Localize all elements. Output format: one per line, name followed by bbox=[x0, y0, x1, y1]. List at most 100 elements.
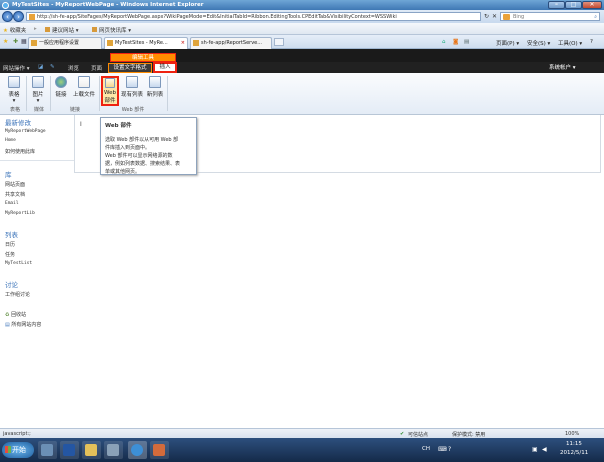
feeds-icon[interactable]: ◙ bbox=[453, 39, 458, 45]
tab-reportserver[interactable]: sh-fe-app/ReportServe... bbox=[190, 37, 272, 49]
home-icon[interactable]: ⌂ bbox=[442, 39, 446, 45]
library-item[interactable]: Email bbox=[5, 201, 19, 206]
add-favorites-icon[interactable]: ✚ bbox=[13, 38, 18, 45]
favorite-suggested-sites[interactable]: 建议网站 ▾ bbox=[45, 26, 79, 34]
recent-item[interactable]: 如何使用此库 bbox=[5, 148, 35, 155]
library-item[interactable]: MyReportLib bbox=[5, 211, 35, 216]
new-list-icon bbox=[149, 76, 161, 88]
start-button[interactable]: 开始 bbox=[2, 442, 34, 458]
zoom-level[interactable]: 100% bbox=[565, 431, 579, 437]
text-cursor: I bbox=[80, 121, 82, 128]
tab-insert[interactable]: 插入 bbox=[153, 62, 177, 73]
taskbar-explorer[interactable] bbox=[82, 441, 101, 459]
site-actions-menu[interactable]: 网站操作 ▾ bbox=[3, 64, 30, 72]
keyboard-icon[interactable]: ⌨ bbox=[438, 446, 447, 453]
link-button[interactable]: 链接 bbox=[51, 76, 71, 98]
site-icon bbox=[45, 27, 50, 32]
search-icon[interactable]: ⌕ bbox=[594, 13, 597, 21]
tools-menu[interactable]: 工具(O) ▾ bbox=[558, 39, 582, 47]
forward-button[interactable]: › bbox=[13, 11, 24, 22]
taskbar-paint[interactable] bbox=[150, 441, 169, 459]
favorites-center-icon[interactable]: ★ bbox=[3, 38, 8, 45]
maximize-button[interactable]: □ bbox=[565, 1, 582, 9]
language-indicator[interactable]: CH bbox=[422, 446, 430, 452]
help-icon[interactable]: ? bbox=[448, 446, 451, 453]
picture-button[interactable]: 图片 ▾ bbox=[28, 76, 48, 104]
new-list-button[interactable]: 新列表 bbox=[145, 76, 165, 98]
tab-general-settings[interactable]: 一般应用程序设置 bbox=[28, 37, 102, 49]
address-bar: ‹ › http://sh-fe-app/SiteFages/MyReportW… bbox=[0, 10, 604, 23]
taskbar-powershell[interactable] bbox=[60, 441, 79, 459]
volume-icon[interactable]: ◀ bbox=[542, 446, 547, 453]
refresh-icon[interactable]: ↻ bbox=[484, 13, 489, 20]
close-tab-icon[interactable]: × bbox=[181, 38, 185, 48]
lists-header[interactable]: 列表 bbox=[5, 229, 18, 239]
protected-mode-label[interactable]: 保护模式: 禁用 bbox=[452, 431, 485, 438]
web-part-button[interactable]: Web 部件 bbox=[101, 76, 119, 106]
user-menu[interactable]: 系统帐户 ▾ bbox=[549, 63, 576, 71]
minimize-button[interactable]: – bbox=[548, 1, 565, 9]
save-icon[interactable]: ◪ bbox=[38, 64, 43, 70]
library-item[interactable]: 共享文档 bbox=[5, 191, 25, 198]
zone-label[interactable]: 可信站点 bbox=[408, 431, 428, 438]
divider bbox=[0, 160, 74, 161]
stop-icon[interactable]: ✕ bbox=[492, 13, 497, 20]
back-button[interactable]: ‹ bbox=[2, 11, 13, 22]
libraries-header[interactable]: 库 bbox=[5, 169, 12, 179]
ie-icon bbox=[2, 2, 9, 9]
add-favorite-icon[interactable]: ▸ bbox=[34, 26, 37, 32]
tab-format-text[interactable]: 设置文字格式 bbox=[108, 63, 152, 73]
new-tab-button[interactable] bbox=[274, 38, 284, 46]
favorite-web-slices[interactable]: 网页快讯库 ▾ bbox=[92, 26, 131, 34]
search-input[interactable]: Bing ⌕ bbox=[500, 12, 600, 21]
window-title: MyTestSites - MyReportWebPage - Windows … bbox=[12, 2, 204, 8]
quick-tabs-icon[interactable]: ▦ bbox=[21, 38, 27, 45]
tools-icon bbox=[107, 444, 119, 456]
picture-icon bbox=[32, 76, 44, 88]
taskbar-tools[interactable] bbox=[104, 441, 123, 459]
discussions-header[interactable]: 讨论 bbox=[5, 279, 18, 289]
clock-date[interactable]: 2012/5/11 bbox=[560, 450, 588, 456]
tab-mytestsites[interactable]: MyTestSites - MyRe... × bbox=[104, 37, 188, 49]
page-menu[interactable]: 页面(P) ▾ bbox=[496, 39, 519, 47]
star-icon: ★ bbox=[3, 28, 8, 34]
powershell-icon bbox=[63, 444, 75, 456]
recent-header[interactable]: 最新修改 bbox=[5, 117, 31, 127]
list-item[interactable]: MyTestList bbox=[5, 261, 32, 266]
upload-file-button[interactable]: 上载文件 bbox=[70, 76, 98, 98]
help-button[interactable]: ? bbox=[590, 39, 593, 45]
tab-browse[interactable]: 浏览 bbox=[68, 64, 79, 72]
web-part-tooltip: Web 部件 选取 Web 部件以从可用 Web 部 件库插入到页面中。 Web… bbox=[100, 117, 197, 175]
window-title-bar: MyTestSites - MyReportWebPage - Windows … bbox=[0, 0, 604, 10]
discussion-item[interactable]: 工作组讨论 bbox=[5, 291, 30, 298]
recycle-bin-link[interactable]: ♻ 回收站 bbox=[5, 311, 26, 318]
url-input[interactable]: http://sh-fe-app/SiteFages/MyReportWebPa… bbox=[26, 12, 481, 21]
taskbar-ie[interactable] bbox=[128, 441, 147, 459]
taskbar-server-manager[interactable] bbox=[38, 441, 57, 459]
favorites-button[interactable]: ★ 收藏夹 bbox=[3, 26, 26, 34]
chevron-down-icon: ▾ bbox=[36, 98, 40, 104]
site-icon bbox=[92, 27, 97, 32]
tooltip-line: 据，例如列表数据、搜索结果、表 bbox=[105, 161, 181, 167]
close-window-button[interactable]: ✕ bbox=[582, 1, 602, 9]
tab-page-icon bbox=[107, 40, 113, 46]
library-item[interactable]: 网站页面 bbox=[5, 181, 25, 188]
recent-item[interactable]: Home bbox=[5, 138, 16, 143]
network-icon[interactable]: ▣ bbox=[532, 446, 538, 453]
list-item[interactable]: 任务 bbox=[5, 251, 15, 258]
globe-link-icon bbox=[55, 76, 67, 88]
recent-item[interactable]: MyReportWebPage bbox=[5, 129, 46, 134]
table-button[interactable]: 表格 ▾ bbox=[4, 76, 24, 104]
print-icon[interactable]: ▤ bbox=[464, 39, 469, 45]
existing-list-button[interactable]: 现有列表 bbox=[120, 76, 144, 98]
favorites-bar: ★ 收藏夹 ▸ 建议网站 ▾ 网页快讯库 ▾ bbox=[0, 23, 604, 35]
tab-page[interactable]: 页面 bbox=[91, 64, 102, 72]
list-item[interactable]: 日历 bbox=[5, 241, 15, 248]
tooltip-line: Web 部件可以显示网络源的数 bbox=[105, 153, 173, 159]
all-site-content-link[interactable]: ▤ 所有网站内容 bbox=[5, 321, 41, 328]
tab-page-icon bbox=[31, 40, 37, 46]
clock-time[interactable]: 11:15 bbox=[566, 441, 582, 447]
windows-logo-icon bbox=[5, 446, 11, 453]
edit-icon[interactable]: ✎ bbox=[50, 64, 55, 70]
safety-menu[interactable]: 安全(S) ▾ bbox=[527, 39, 550, 47]
